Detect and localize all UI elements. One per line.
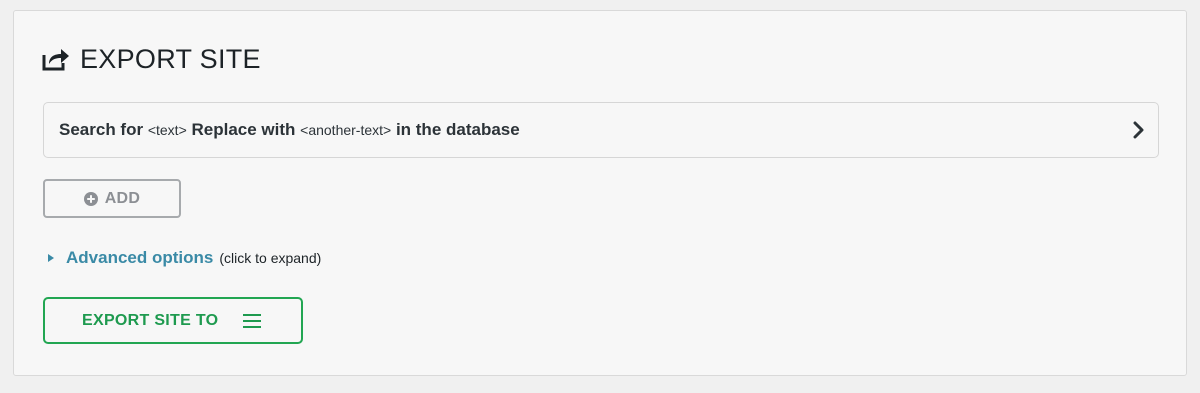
page-title: EXPORT SITE: [80, 43, 261, 74]
search-replace-row[interactable]: Search for <text> Replace with <another-…: [43, 102, 1159, 158]
caret-right-icon[interactable]: [47, 253, 55, 263]
plus-circle-icon: [83, 191, 98, 206]
replace-with-label: Replace with: [191, 120, 296, 139]
panel-header: EXPORT SITE: [41, 43, 261, 75]
replace-token: <another-text>: [300, 122, 392, 138]
add-button[interactable]: ADD: [43, 179, 181, 218]
chevron-right-icon[interactable]: [1132, 121, 1146, 139]
in-database-label: in the database: [395, 120, 520, 139]
menu-icon: [243, 313, 262, 328]
advanced-options-link[interactable]: Advanced options: [66, 248, 213, 268]
search-token: <text>: [147, 122, 187, 138]
export-button-label: EXPORT SITE TO: [82, 311, 219, 329]
export-site-panel: EXPORT SITE Search for <text> Replace wi…: [13, 10, 1187, 376]
export-site-to-button[interactable]: EXPORT SITE TO: [43, 297, 303, 344]
search-replace-text: Search for <text> Replace with <another-…: [59, 120, 520, 140]
add-button-label: ADD: [104, 189, 141, 207]
export-share-icon: [42, 49, 69, 71]
search-for-label: Search for: [59, 120, 144, 139]
advanced-options-note: (click to expand): [219, 250, 322, 266]
advanced-options-row: Advanced options (click to expand): [47, 246, 321, 270]
